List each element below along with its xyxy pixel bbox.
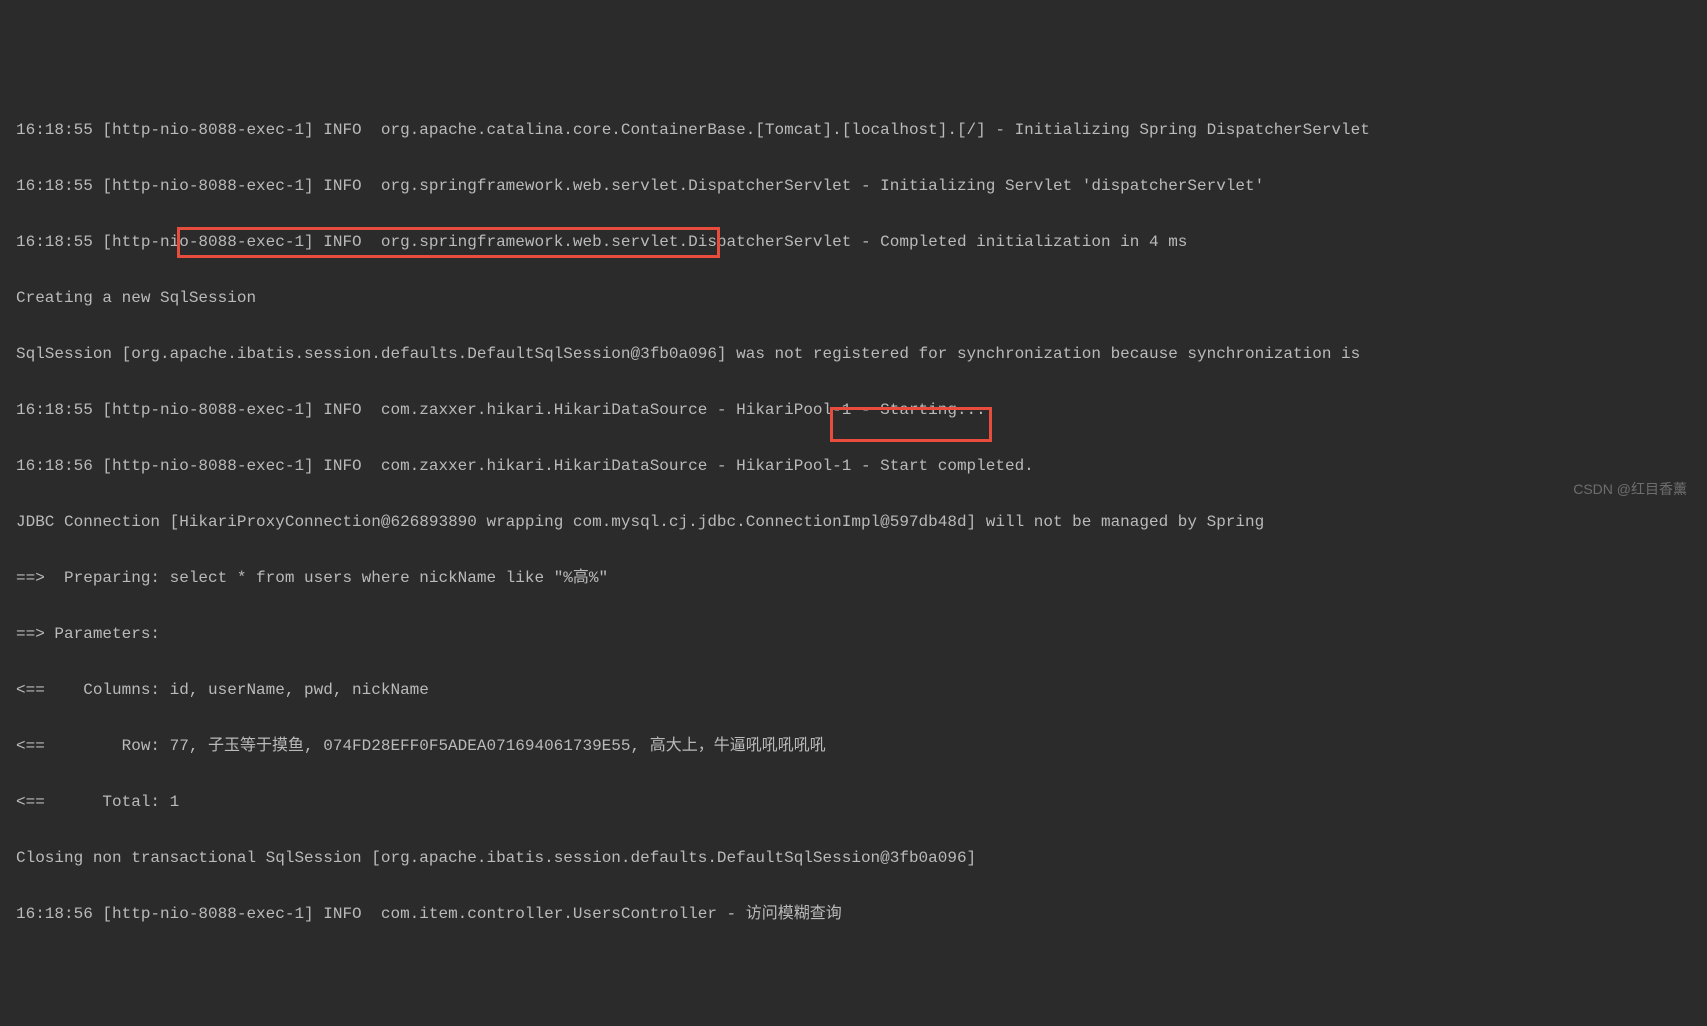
log-line: 16:18:56 [http-nio-8088-exec-1] INFO com… <box>16 452 1691 480</box>
log-line: Creating a new SqlSession <box>16 284 1691 312</box>
log-line: <== Total: 1 <box>16 788 1691 816</box>
log-line: <== Columns: id, userName, pwd, nickName <box>16 676 1691 704</box>
log-line-preparing: ==> Preparing: select * from users where… <box>16 564 1691 592</box>
sql-query-highlight: select * from users where nickName like … <box>170 569 618 587</box>
log-line: 16:18:55 [http-nio-8088-exec-1] INFO org… <box>16 228 1691 256</box>
log-line: ==> Parameters: <box>16 620 1691 648</box>
log-line: SqlSession [org.apache.ibatis.session.de… <box>16 340 1691 368</box>
log-line: 16:18:55 [http-nio-8088-exec-1] INFO org… <box>16 116 1691 144</box>
controller-message-highlight: 访问模糊查询 <box>746 905 842 923</box>
log-line-row: <== Row: 77, 子玉等于摸鱼, 074FD28EFF0F5ADEA07… <box>16 732 1691 760</box>
log-line: 16:18:55 [http-nio-8088-exec-1] INFO org… <box>16 172 1691 200</box>
sql-prefix: ==> Preparing: <box>16 569 170 587</box>
log-line: 16:18:55 [http-nio-8088-exec-1] INFO com… <box>16 396 1691 424</box>
log-line: JDBC Connection [HikariProxyConnection@6… <box>16 508 1691 536</box>
watermark: CSDN @红目香薰 <box>1573 475 1687 503</box>
controller-prefix: 16:18:56 [http-nio-8088-exec-1] INFO com… <box>16 905 746 923</box>
log-line: Closing non transactional SqlSession [or… <box>16 844 1691 872</box>
log-line-controller: 16:18:56 [http-nio-8088-exec-1] INFO com… <box>16 900 1691 928</box>
